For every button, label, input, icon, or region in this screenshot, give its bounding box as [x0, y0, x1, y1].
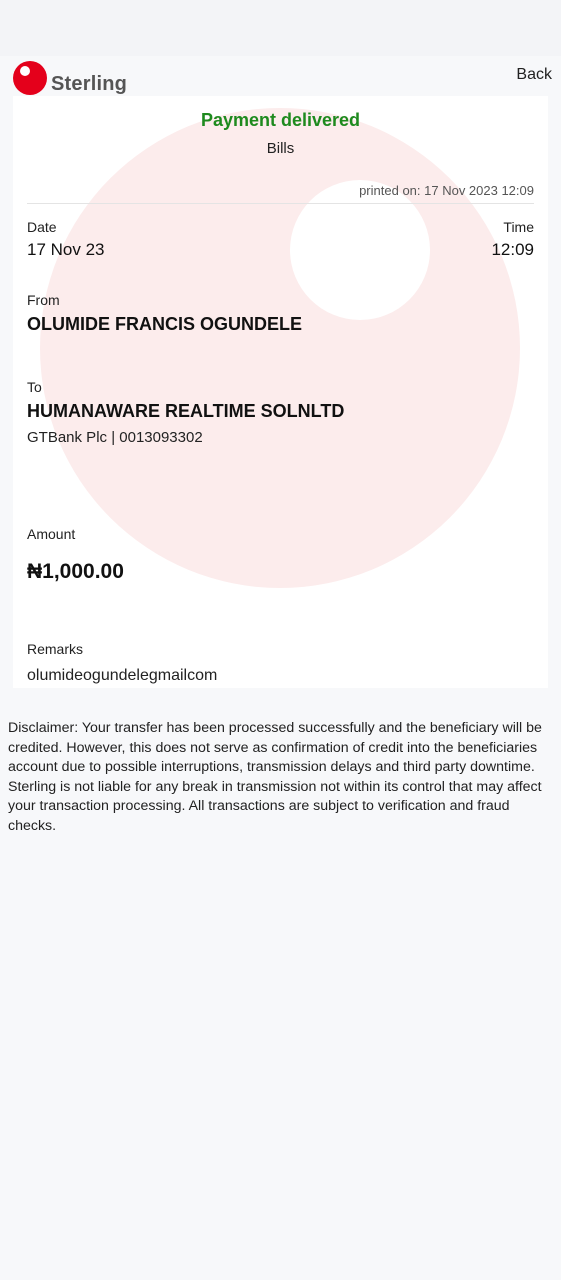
receipt-card: Payment delivered Bills printed on: 17 N… [13, 96, 548, 688]
date-label: Date [27, 219, 57, 235]
divider [27, 203, 534, 204]
to-label: To [27, 379, 42, 395]
sender-name: OLUMIDE FRANCIS OGUNDELE [27, 314, 303, 334]
date-value: 17 Nov 23 [27, 240, 105, 259]
amount-label: Amount [27, 526, 76, 542]
app-header: Sterling Back [0, 56, 561, 98]
back-button[interactable]: Back [516, 66, 552, 84]
remarks-label: Remarks [27, 641, 84, 657]
amount-value: ₦1,000.00 [27, 560, 124, 583]
brand-name: Sterling [51, 72, 128, 95]
time-value: 12:09 [491, 240, 534, 259]
beneficiary-bank-account: GTBank Plc | 0013093302 [27, 429, 203, 446]
from-label: From [27, 292, 60, 308]
sterling-watermark-icon [40, 108, 520, 588]
disclaimer-text: Disclaimer: Your transfer has been proce… [8, 720, 542, 834]
payment-category: Bills [266, 140, 295, 157]
remarks-value: olumideogundelegmailcom [27, 667, 218, 684]
sterling-logo-icon [12, 60, 48, 96]
payment-status: Payment delivered [200, 110, 361, 130]
beneficiary-name: HUMANAWARE REALTIME SOLNLTD [27, 401, 345, 421]
brand-logo: Sterling [12, 60, 127, 96]
status-bar-area [0, 0, 561, 56]
printed-on: printed on: 17 Nov 2023 12:09 [359, 183, 534, 198]
time-label: Time [503, 219, 534, 235]
